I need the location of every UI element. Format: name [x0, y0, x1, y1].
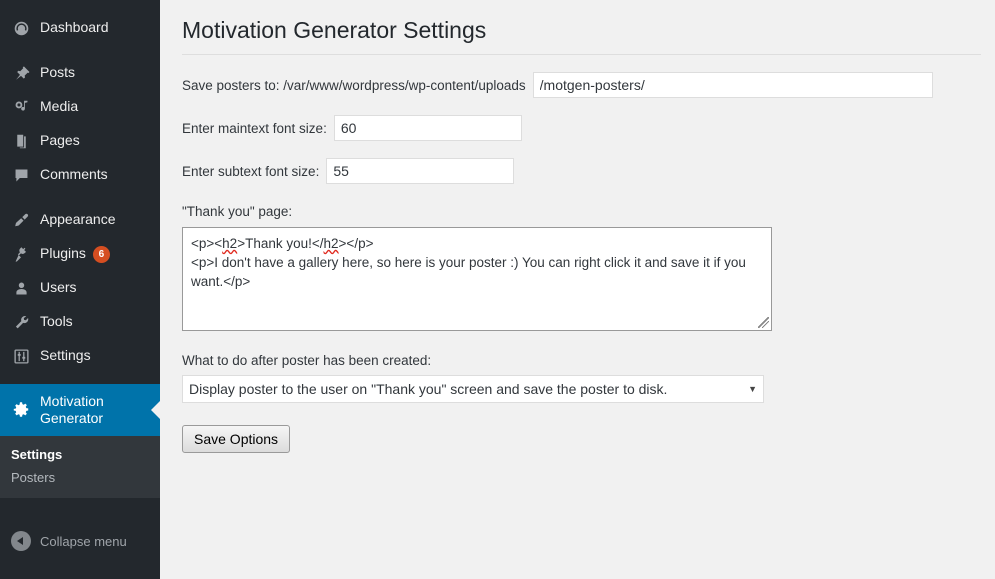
page-title: Motivation Generator Settings	[182, 17, 487, 43]
thank-you-textarea-wrapper: <p><h2>Thank you!</h2></p> <p>I don't ha…	[182, 227, 772, 331]
comment-icon	[11, 165, 31, 185]
collapse-menu-label: Collapse menu	[40, 533, 127, 549]
textarea-line1-part2: >Thank you!</	[237, 236, 324, 251]
sidebar-item-tools[interactable]: Tools	[0, 305, 160, 339]
title-divider	[182, 54, 981, 55]
sidebar-item-pages[interactable]: Pages	[0, 124, 160, 158]
sidebar-item-motivation-generator[interactable]: Motivation Generator	[0, 384, 160, 436]
admin-sidebar: Dashboard Posts Media Pages Comments App…	[0, 0, 160, 579]
submenu-item-posters[interactable]: Posters	[0, 466, 160, 489]
sidebar-item-dashboard[interactable]: Dashboard	[0, 11, 160, 45]
pages-icon	[11, 131, 31, 151]
collapse-arrow-icon	[11, 531, 31, 551]
thank-you-label: "Thank you" page:	[182, 204, 293, 219]
sidebar-item-settings[interactable]: Settings	[0, 339, 160, 373]
thank-you-textarea[interactable]: <p><h2>Thank you!</h2></p> <p>I don't ha…	[182, 227, 772, 331]
subtext-font-size-label: Enter subtext font size:	[182, 163, 320, 179]
sidebar-item-users[interactable]: Users	[0, 271, 160, 305]
save-options-button[interactable]: Save Options	[182, 425, 291, 453]
sidebar-item-label: Posts	[40, 64, 76, 81]
sidebar-item-label: Dashboard	[40, 19, 109, 36]
plugins-update-badge: 6	[92, 245, 110, 263]
pin-icon	[11, 63, 31, 83]
main-content: Motivation Generator Settings Save poste…	[160, 0, 995, 579]
sidebar-top-spacer	[0, 0, 160, 11]
chevron-down-icon: ▼	[748, 384, 757, 394]
save-path-input[interactable]	[532, 72, 933, 98]
maintext-font-size-label: Enter maintext font size:	[182, 120, 327, 136]
sidebar-item-media[interactable]: Media	[0, 90, 160, 124]
textarea-line1-part3: ></p>	[338, 236, 374, 251]
brush-icon	[11, 210, 31, 230]
media-icon	[11, 97, 31, 117]
textarea-spell-h2-open: h2	[222, 236, 238, 251]
sidebar-item-plugins[interactable]: Plugins 6	[0, 237, 160, 271]
maintext-font-size-input[interactable]	[333, 115, 522, 141]
gear-icon	[11, 400, 31, 420]
sliders-icon	[11, 346, 31, 366]
plug-icon	[11, 244, 31, 264]
submenu-item-settings[interactable]: Settings	[0, 443, 160, 466]
dashboard-icon	[11, 18, 31, 38]
admin-page: Dashboard Posts Media Pages Comments App…	[0, 0, 995, 579]
sidebar-item-appearance[interactable]: Appearance	[0, 203, 160, 237]
sidebar-item-posts[interactable]: Posts	[0, 56, 160, 90]
after-created-selected-value: Display poster to the user on "Thank you…	[189, 381, 668, 397]
sidebar-submenu: Settings Posters	[0, 436, 160, 498]
after-created-label: What to do after poster has been created…	[182, 353, 432, 368]
sidebar-item-label: Plugins	[40, 245, 86, 262]
sidebar-item-label: Pages	[40, 132, 80, 149]
wrench-icon	[11, 312, 31, 332]
maintext-font-size-row: Enter maintext font size:	[182, 115, 995, 141]
sidebar-item-label: Motivation Generator	[40, 392, 104, 427]
sidebar-item-label: Users	[40, 279, 77, 296]
sidebar-item-label: Comments	[40, 166, 108, 183]
collapse-menu-button[interactable]: Collapse menu	[0, 531, 160, 551]
active-pointer-arrow	[151, 401, 160, 419]
sidebar-item-label: Appearance	[40, 211, 116, 228]
sidebar-item-comments[interactable]: Comments	[0, 158, 160, 192]
sidebar-item-label: Tools	[40, 313, 73, 330]
textarea-spell-h2-close: h2	[323, 236, 339, 251]
after-created-select[interactable]: Display poster to the user on "Thank you…	[182, 375, 764, 403]
subtext-font-size-row: Enter subtext font size:	[182, 158, 995, 184]
save-path-label: Save posters to: /var/www/wordpress/wp-c…	[182, 77, 526, 93]
save-path-row: Save posters to: /var/www/wordpress/wp-c…	[182, 72, 995, 98]
user-icon	[11, 278, 31, 298]
textarea-line1-part1: <p><	[191, 236, 223, 251]
textarea-line2: <p>I don't have a gallery here, so here …	[191, 255, 750, 289]
sidebar-item-label: Settings	[40, 347, 91, 364]
subtext-font-size-input[interactable]	[326, 158, 515, 184]
sidebar-item-label: Media	[40, 98, 79, 115]
